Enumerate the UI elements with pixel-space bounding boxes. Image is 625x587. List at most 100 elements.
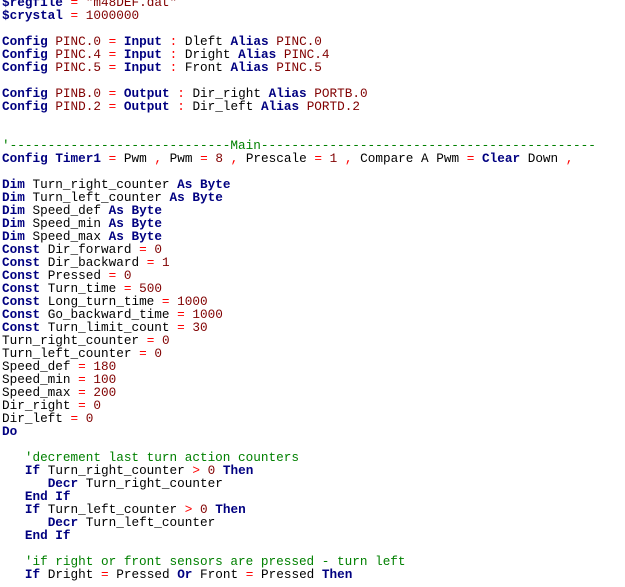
source-code-text[interactable]: $regfile = "m48DEF.dat" $crystal = 100000… xyxy=(2,0,596,581)
literal-token: 0 xyxy=(161,333,170,348)
literal-token: 0 xyxy=(85,411,94,426)
literal-token: 1000000 xyxy=(85,8,140,23)
keyword-token: Do xyxy=(2,424,18,439)
keyword-token: Then xyxy=(215,502,246,517)
literal-token: PINC.5 xyxy=(276,60,322,75)
keyword-token: $crystal xyxy=(2,8,63,23)
code-line[interactable]: $crystal = 1000000 xyxy=(2,9,596,22)
operator-token: = xyxy=(177,320,185,335)
identifier-token: Pwm xyxy=(436,151,460,166)
identifier-token: Pwm xyxy=(169,151,193,166)
keyword-token: Or xyxy=(177,567,193,582)
identifier-token: Pwm xyxy=(123,151,147,166)
code-line[interactable]: Do xyxy=(2,425,596,438)
keyword-token: Alias xyxy=(230,60,269,75)
keyword-token: Output xyxy=(123,99,170,114)
literal-token: 1 xyxy=(161,255,170,270)
keyword-token: Input xyxy=(123,60,162,75)
literal-token: PIND.2 xyxy=(55,99,101,114)
literal-token: 0 xyxy=(93,398,102,413)
identifier-token: Turn_left_counter xyxy=(85,515,216,530)
identifier-token: Pressed xyxy=(261,567,315,582)
code-line[interactable]: End If xyxy=(2,529,596,542)
operator-token: = xyxy=(139,346,147,361)
identifier-token: A xyxy=(421,151,429,166)
code-line[interactable] xyxy=(2,113,596,126)
code-line[interactable]: Config PIND.2 = Output : Dir_left Alias … xyxy=(2,100,596,113)
literal-token: PINC.5 xyxy=(55,60,101,75)
identifier-token: Compare xyxy=(360,151,414,166)
keyword-token: As xyxy=(169,190,185,205)
literal-token: PORTD.2 xyxy=(306,99,360,114)
keyword-token: Then xyxy=(222,463,254,478)
keyword-token: Config xyxy=(2,151,48,166)
code-line[interactable]: Dir_left = 0 xyxy=(2,412,596,425)
identifier-token: Dir_left xyxy=(192,99,254,114)
code-line[interactable]: Decr Turn_right_counter xyxy=(2,477,596,490)
identifier-token: Pressed xyxy=(116,567,170,582)
keyword-token: Clear xyxy=(482,151,521,166)
literal-token: 30 xyxy=(192,320,208,335)
operator-token: = xyxy=(101,567,109,582)
identifier-token: Prescale xyxy=(245,151,307,166)
keyword-token: If xyxy=(24,567,41,582)
identifier-token: Front xyxy=(184,60,223,75)
operator-token: , xyxy=(154,151,162,166)
keyword-token: Then xyxy=(321,567,353,582)
operator-token: , xyxy=(565,151,574,166)
operator-token: = xyxy=(200,151,208,166)
operator-token: = xyxy=(314,151,322,166)
literal-token: 8 xyxy=(215,151,223,166)
identifier-token: Dright xyxy=(47,567,94,582)
code-editor-viewport[interactable]: $regfile = "m48DEF.dat" $crystal = 100000… xyxy=(0,0,625,587)
identifier-token: Front xyxy=(200,567,239,582)
keyword-token: End If xyxy=(24,528,71,543)
operator-token: : xyxy=(177,99,185,114)
identifier-token: Turn_right_counter xyxy=(85,476,223,491)
code-line[interactable]: Config Timer1 = Pwm , Pwm = 8 , Prescale… xyxy=(2,152,596,165)
keyword-token: Timer1 xyxy=(55,151,101,166)
code-line[interactable]: If Dright = Pressed Or Front = Pressed T… xyxy=(2,568,596,581)
keyword-token: Config xyxy=(2,60,48,75)
code-line[interactable]: Config PINC.5 = Input : Front Alias PINC… xyxy=(2,61,596,74)
code-line[interactable]: Decr Turn_left_counter xyxy=(2,516,596,529)
